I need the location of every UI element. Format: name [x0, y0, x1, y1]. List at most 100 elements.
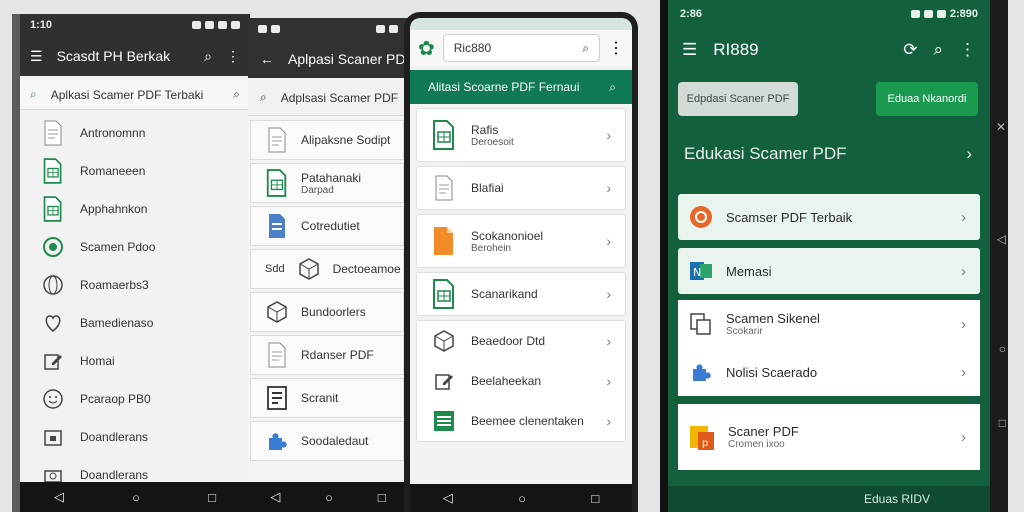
- recents-icon[interactable]: □: [378, 490, 386, 505]
- home-icon[interactable]: ○: [132, 490, 140, 505]
- search-value: Ric880: [453, 41, 492, 55]
- list-item[interactable]: Soodaledaut: [250, 421, 404, 461]
- list-item[interactable]: Scamen Pdoo: [20, 228, 250, 266]
- list-item-text: Blafiai: [471, 181, 592, 195]
- search-bar[interactable]: ⌕ Aplkasi Scamer PDF Terbaki ⌕: [20, 80, 250, 110]
- menu-icon[interactable]: ☰: [682, 40, 697, 60]
- list-item[interactable]: Bundoorlers: [250, 292, 404, 332]
- back-arrow-icon[interactable]: ←: [260, 51, 274, 67]
- search-icon: ⌕: [260, 90, 267, 104]
- menu-icon[interactable]: ☰: [30, 48, 43, 65]
- list-item[interactable]: p Scaner PDF Cromen ixoo ›: [678, 404, 980, 470]
- list-item-label: Rafis: [471, 122, 499, 137]
- list-item-label: Beaedoor Dtd: [471, 334, 546, 348]
- chevron-right-icon: ›: [606, 286, 611, 302]
- recents-icon[interactable]: □: [999, 416, 1006, 430]
- list-item-label: Scaner PDF: [728, 424, 799, 439]
- list-item-label: Scanarikand: [471, 287, 538, 301]
- list-item[interactable]: Beemee clenentaken ›: [417, 401, 625, 441]
- list-item[interactable]: Scamser PDF Terbaik ›: [678, 194, 980, 240]
- system-nav-bar: ◁ ○ □: [20, 482, 250, 512]
- search-icon[interactable]: ⌕: [204, 48, 212, 65]
- back-icon[interactable]: ◁: [997, 232, 1006, 246]
- list-item[interactable]: Rdanser PDF: [250, 335, 404, 375]
- secondary-button[interactable]: Edpdasi Scaner PDF: [678, 82, 798, 116]
- search-bar[interactable]: ⌕ Adplsasi Scamer PDF: [248, 80, 408, 116]
- list-item[interactable]: N Memasi ›: [678, 248, 980, 294]
- list-item-sub: Darpad: [301, 184, 334, 196]
- status-icons-left: [258, 25, 280, 33]
- puzzle-icon: [265, 428, 289, 454]
- list-item-label: Doandlerans: [80, 430, 149, 444]
- list-item[interactable]: Scokanonioel Berohein ›: [416, 214, 626, 268]
- menu-list: Alipaksne Sodipt Patahanaki Darpad Cotredut…: [248, 120, 408, 461]
- list-item-text: Scamen Sikenel Scokarir: [726, 311, 949, 337]
- puzzle-icon: [688, 359, 714, 385]
- list-item[interactable]: Blafiai ›: [416, 166, 626, 210]
- alarm-icon: [910, 10, 920, 18]
- app-title: Scasdt PH Berkak: [56, 48, 171, 64]
- list-item[interactable]: Roamaerbs3: [20, 266, 250, 304]
- recents-icon[interactable]: □: [591, 491, 599, 506]
- list-item[interactable]: Scranit: [250, 378, 404, 418]
- status-time: 1:10: [30, 19, 53, 31]
- list-item[interactable]: Alipaksne Sodipt: [250, 120, 404, 160]
- banner-text: Alitasi Scoarne PDF Fernaui: [428, 80, 580, 94]
- scanner-icon: [688, 204, 714, 230]
- more-icon[interactable]: ⋮: [226, 48, 240, 65]
- section-title: Edukasi Scamer PDF: [684, 144, 847, 163]
- battery-icon: [389, 25, 398, 33]
- home-icon[interactable]: ○: [999, 342, 1006, 356]
- list-item[interactable]: Sdd Dectoeamoe: [250, 249, 404, 289]
- search-icon[interactable]: ⌕: [609, 80, 616, 95]
- svg-text:p: p: [702, 438, 708, 449]
- search-submit-icon[interactable]: ⌕: [233, 87, 240, 102]
- list-item[interactable]: Homai: [20, 342, 250, 380]
- search-icon[interactable]: ⌕: [582, 41, 589, 56]
- recents-icon[interactable]: □: [208, 490, 216, 505]
- more-icon[interactable]: ⋮: [959, 40, 976, 60]
- list-item[interactable]: Pcaraop PB0: [20, 380, 250, 418]
- document-icon: [265, 342, 289, 368]
- list-item-text: Scanarikand: [471, 287, 592, 301]
- list-item[interactable]: Apphahnkon: [20, 190, 250, 228]
- list-item[interactable]: Bamedienaso: [20, 304, 250, 342]
- primary-button[interactable]: Eduaa Nkanordi: [876, 82, 978, 116]
- search-icon[interactable]: ⌕: [933, 40, 943, 60]
- list-item[interactable]: Doandlerans: [20, 418, 250, 456]
- search-text: Adplsasi Scamer PDF: [280, 90, 399, 105]
- chevron-right-icon: ›: [961, 208, 966, 226]
- list-item[interactable]: Scamen Sikenel Scokarir ›: [678, 300, 980, 348]
- list-item[interactable]: Romaneeen: [20, 152, 250, 190]
- home-icon[interactable]: ○: [325, 490, 333, 505]
- list-item[interactable]: Patahanaki Darpad: [250, 163, 404, 203]
- list-item-text: Rafis Deroesoit: [471, 123, 592, 148]
- sheet-icon: [431, 120, 457, 150]
- list-item[interactable]: Beelaheekan ›: [417, 361, 625, 401]
- cube-icon: [431, 326, 457, 356]
- list-item[interactable]: Scanarikand ›: [416, 272, 626, 316]
- system-nav-bar: ◁ ○ □: [410, 484, 632, 512]
- section-header[interactable]: Edukasi Scamer PDF ›: [668, 122, 990, 186]
- chevron-right-icon: ›: [961, 315, 966, 333]
- search-field[interactable]: Ric880 ⌕: [442, 34, 600, 62]
- phone-screen: ✿ Ric880 ⌕ ⋮ Alitasi Scoarne PDF Fernaui…: [410, 18, 632, 512]
- list-item[interactable]: Nolisi Scaerado ›: [678, 348, 980, 396]
- list-item[interactable]: Antronomnn: [20, 114, 250, 152]
- status-bar: 1:10: [20, 14, 250, 36]
- chevron-right-icon: ›: [961, 363, 966, 381]
- back-icon[interactable]: ◁: [54, 489, 64, 505]
- list-item[interactable]: Beaedoor Dtd ›: [417, 321, 625, 361]
- home-icon[interactable]: ○: [518, 491, 526, 506]
- cube-icon: [265, 299, 289, 325]
- list-item-text: Scaner PDF Cromen ixoo: [728, 424, 949, 450]
- sync-icon[interactable]: ⟳: [903, 40, 917, 60]
- card-group: Beaedoor Dtd › Beelaheekan › Beemee clenenta…: [416, 320, 626, 442]
- more-icon[interactable]: ⋮: [608, 38, 624, 58]
- close-icon[interactable]: ✕: [996, 120, 1006, 134]
- list-item[interactable]: Cotredutiet: [250, 206, 404, 246]
- back-icon[interactable]: ◁: [443, 490, 453, 506]
- back-icon[interactable]: ◁: [270, 489, 280, 505]
- chevron-right-icon: ›: [606, 373, 611, 389]
- list-item[interactable]: Rafis Deroesoit ›: [416, 108, 626, 162]
